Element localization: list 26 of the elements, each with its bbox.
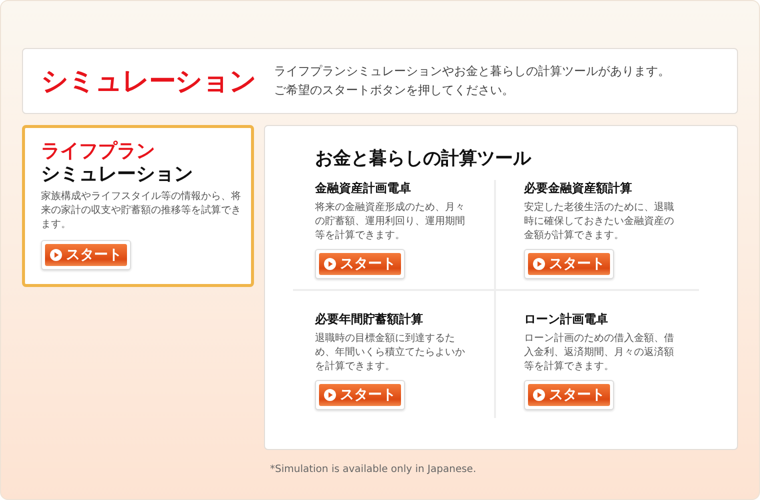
intro-text: ご希望のスタートボタンを押してください。 xyxy=(274,82,515,99)
tool-description: 退職時の目標金額に到達するため、年間いくら積立てたらよいかを計算できます。 xyxy=(315,332,465,374)
card-title-accent: ライフプラン xyxy=(41,140,156,162)
play-icon xyxy=(324,258,336,270)
start-button[interactable]: スタート xyxy=(41,240,131,270)
tool-name: 必要金融資産額計算 xyxy=(524,180,633,197)
card-description: 家族構成やライフスタイル等の情報から、将来の家計の収支や貯蓄額の推移等を試算できます。 xyxy=(41,190,241,232)
start-button[interactable]: スタート xyxy=(315,249,405,279)
play-icon xyxy=(50,249,62,261)
tool-name: 金融資産計画電卓 xyxy=(315,180,412,197)
tools-title: お金と暮らしの計算ツール xyxy=(315,147,532,170)
tool-description: 将来の金融資産形成のため、月々の貯蓄額、運用利回り、運用期間等を計算できます。 xyxy=(315,201,465,243)
tool-description: 安定した老後生活のために、退職時に確保しておきたい金融資産の金額が計算できます。 xyxy=(524,201,674,243)
tool-description: ローン計画のための借入金額、借入金利、返済期間、月々の返済額等を計算できます。 xyxy=(524,332,674,374)
tool-name: ローン計画電卓 xyxy=(524,311,609,328)
footnote: *Simulation is available only in Japanese. xyxy=(270,464,478,475)
card-title: シミュレーション xyxy=(41,162,194,186)
page-title: シミュレーション xyxy=(41,65,256,99)
tool-name: 必要年間貯蓄額計算 xyxy=(315,311,424,328)
start-button[interactable]: スタート xyxy=(524,249,614,279)
play-icon xyxy=(324,389,336,401)
start-button[interactable]: スタート xyxy=(315,380,405,410)
play-icon xyxy=(533,389,545,401)
intro-text: ライフプランシミュレーションやお金と暮らしの計算ツールがあります。 xyxy=(274,63,670,80)
start-button[interactable]: スタート xyxy=(524,380,614,410)
play-icon xyxy=(533,258,545,270)
